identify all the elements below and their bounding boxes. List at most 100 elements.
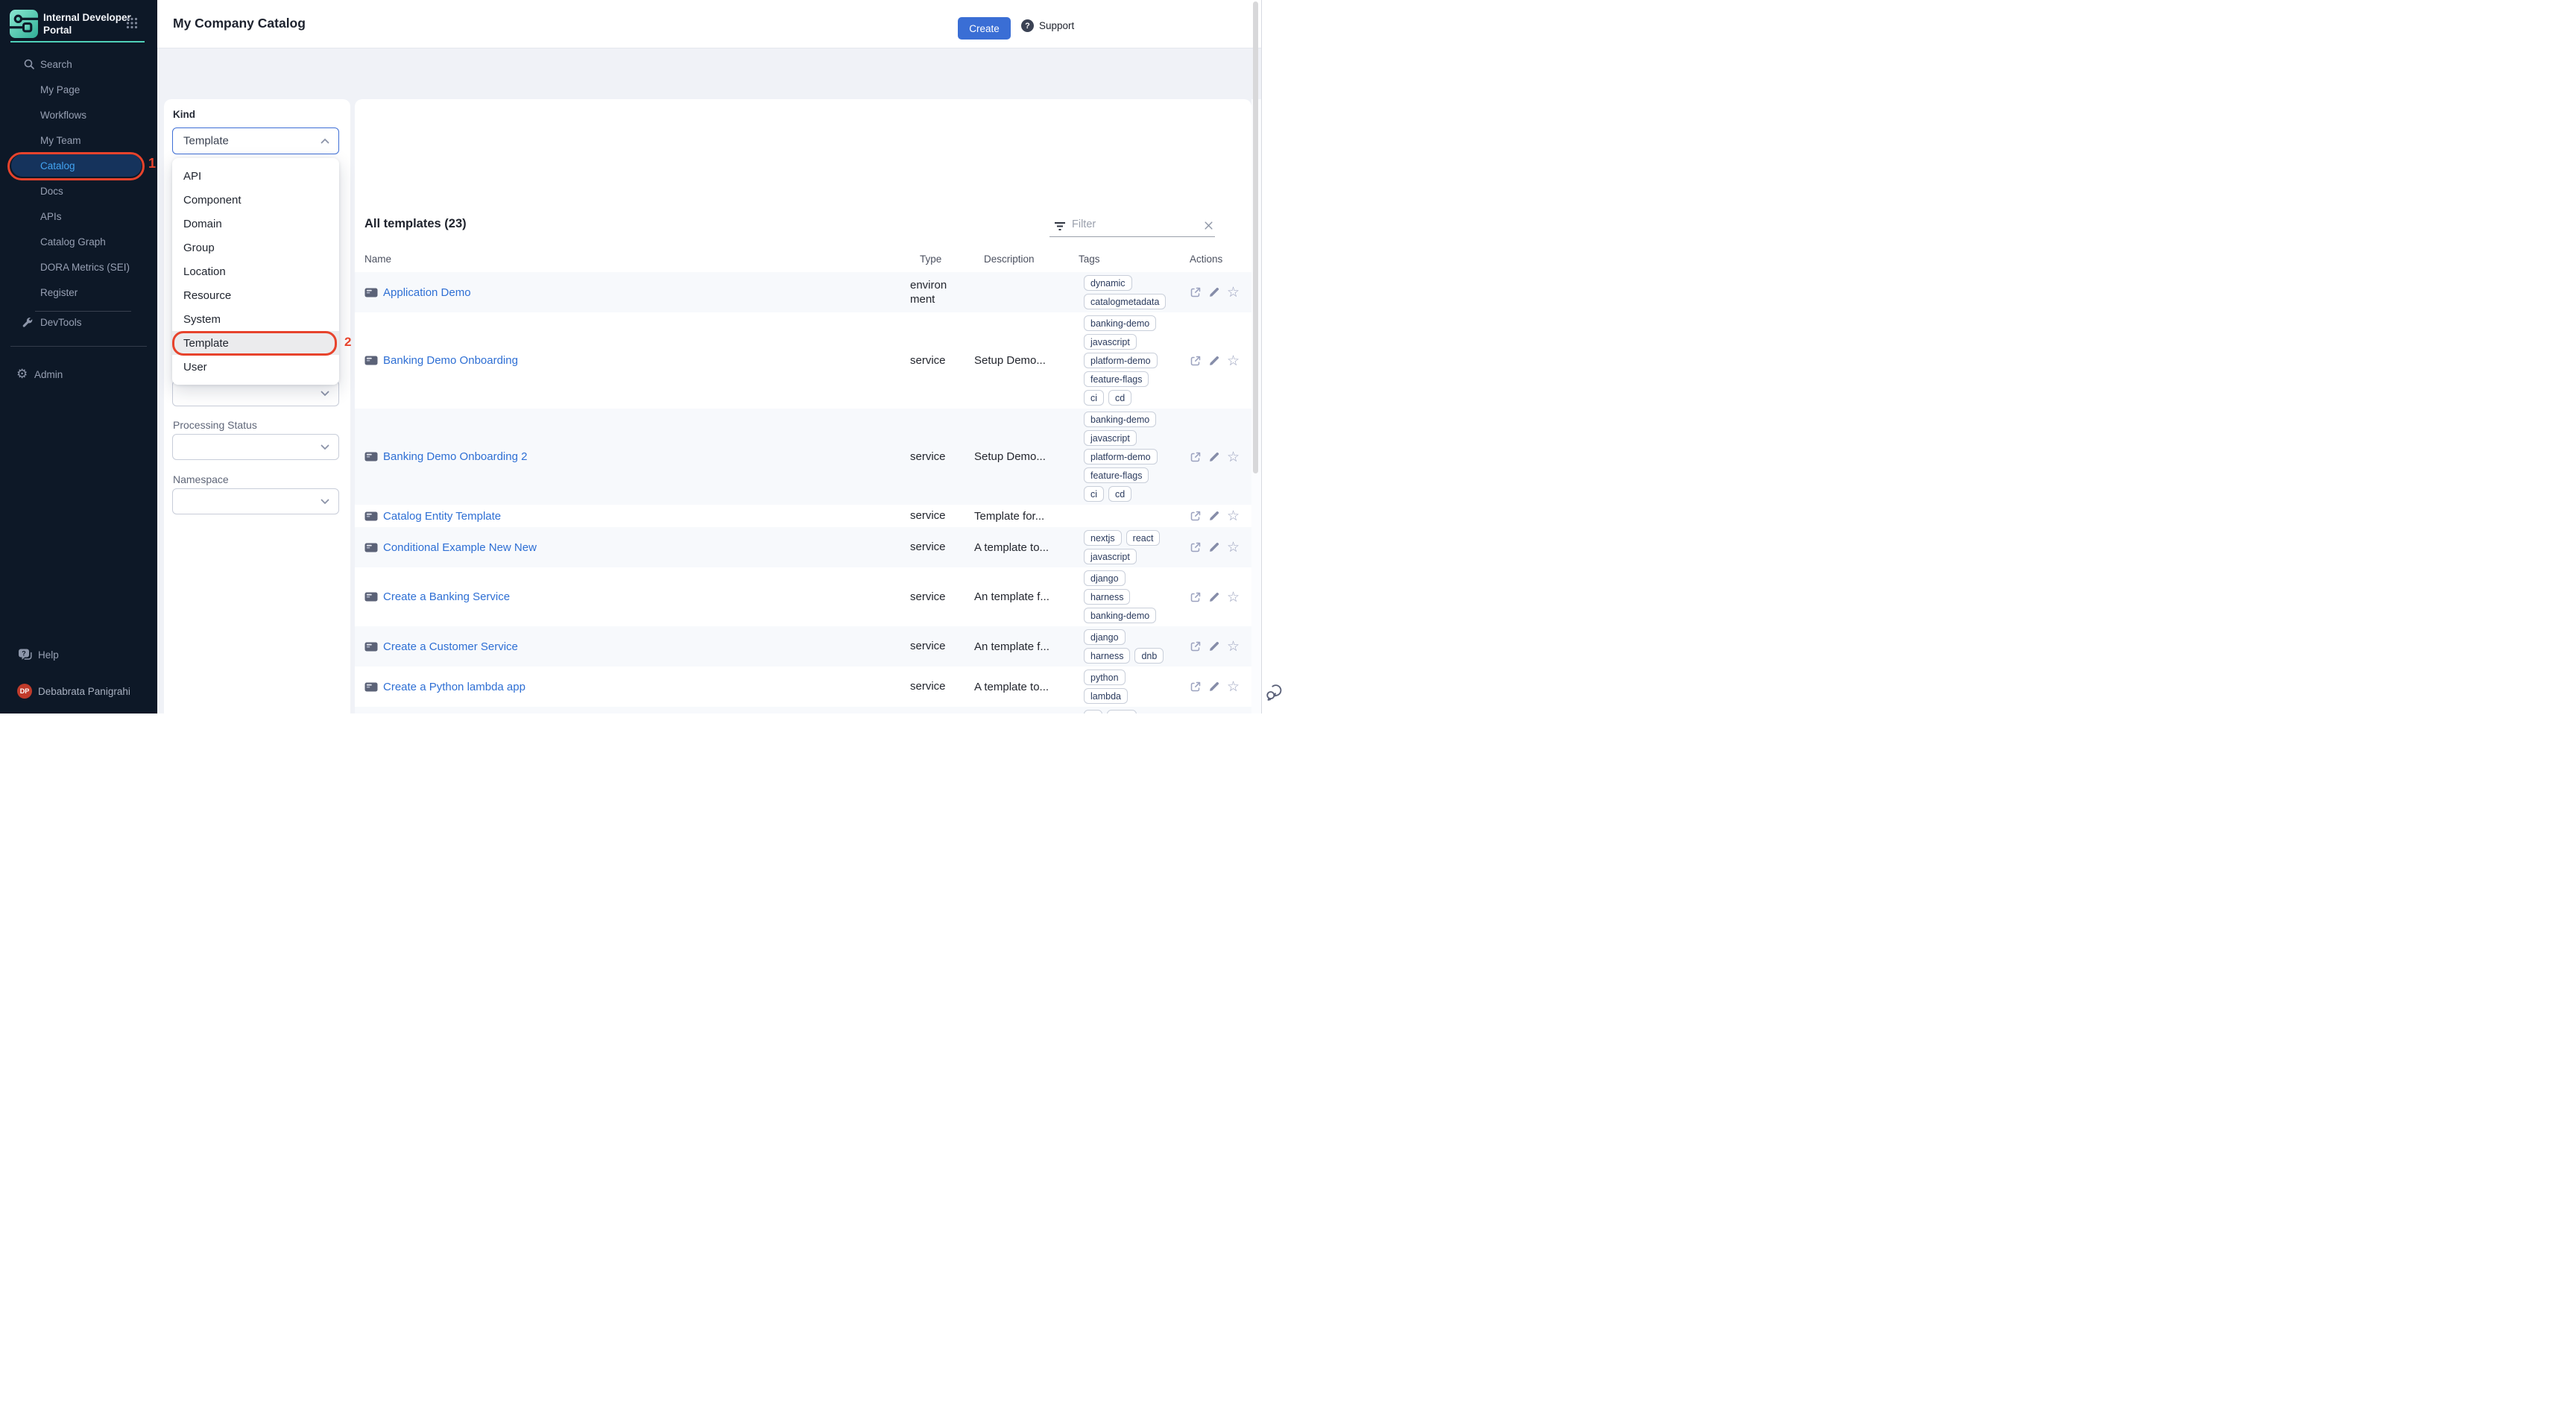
namespace-select[interactable] [172, 488, 339, 514]
table-body: Application Demoenvironmentdynamiccatalo… [355, 272, 1251, 714]
name-cell: Catalog Entity Template [355, 510, 910, 523]
template-card-icon [364, 356, 378, 365]
question-circle-icon: ? [1021, 19, 1034, 32]
kind-option-component[interactable]: Component [172, 188, 339, 212]
open-in-new-icon[interactable] [1190, 640, 1202, 652]
star-icon[interactable]: ☆ [1227, 510, 1240, 522]
tag-chip: harness [1084, 589, 1130, 605]
edit-pencil-icon[interactable] [1208, 510, 1220, 522]
edit-pencil-icon[interactable] [1208, 355, 1220, 367]
tag-chip: dnb [1134, 648, 1164, 664]
type-cell: service [910, 540, 974, 555]
tag-chip: javascript [1084, 334, 1137, 350]
sidebar-item-docs[interactable]: Docs [0, 178, 157, 204]
kind-option-domain[interactable]: Domain [172, 212, 339, 236]
tag-chip: banking-demo [1084, 315, 1156, 331]
entity-link[interactable]: Banking Demo Onboarding 2 [383, 450, 527, 463]
star-icon[interactable]: ☆ [1227, 355, 1240, 367]
star-icon[interactable]: ☆ [1227, 286, 1240, 298]
sidebar-item-my-page[interactable]: My Page [0, 77, 157, 102]
clear-filter-icon[interactable] [1204, 221, 1213, 230]
right-rail [1261, 0, 1288, 714]
table-row: Banking Demo OnboardingserviceSetup Demo… [355, 312, 1251, 409]
table-filter-input[interactable] [1070, 218, 1193, 231]
kind-option-system[interactable]: System [172, 307, 339, 331]
entity-link[interactable]: Catalog Entity Template [383, 510, 501, 523]
sidebar-item-workflows[interactable]: Workflows [0, 102, 157, 127]
sidebar-item-search[interactable]: Search [0, 51, 157, 77]
entity-link[interactable]: Create a Customer Service [383, 640, 518, 653]
open-in-new-icon[interactable] [1190, 591, 1202, 603]
kind-option-group[interactable]: Group [172, 236, 339, 259]
app-grid-icon[interactable] [126, 17, 138, 29]
kind-option-user[interactable]: User [172, 355, 339, 379]
edit-pencil-icon[interactable] [1208, 591, 1220, 603]
actions-cell: ☆ [1190, 541, 1251, 553]
template-card-icon [364, 511, 378, 521]
sidebar-item-dora-metrics-sei-[interactable]: DORA Metrics (SEI) [0, 254, 157, 280]
edit-pencil-icon[interactable] [1208, 640, 1220, 652]
entity-link[interactable]: Application Demo [383, 286, 471, 299]
annotation-number-2: 2 [344, 335, 351, 350]
scrollbar-thumb[interactable] [1253, 1, 1258, 473]
tags-cell: nextjsreactjavascript [1069, 530, 1190, 564]
tag-chip: cd [1108, 390, 1131, 406]
open-in-new-icon[interactable] [1190, 286, 1202, 298]
sidebar-item-admin[interactable]: ⚙ Admin [0, 362, 192, 387]
open-in-new-icon[interactable] [1190, 355, 1202, 367]
sidebar-item-catalog-graph[interactable]: Catalog Graph [0, 229, 157, 254]
sidebar-item-apis[interactable]: APIs [0, 204, 157, 229]
star-icon[interactable]: ☆ [1227, 541, 1240, 553]
catalog-table-panel: All templates (23) NameTypeDescriptionTa… [355, 99, 1251, 714]
user-name: Debabrata Panigrahi [38, 686, 130, 697]
actions-cell: ☆ [1190, 451, 1251, 463]
star-icon[interactable]: ☆ [1227, 640, 1240, 652]
sidebar-item-label: My Page [40, 84, 80, 95]
edit-pencil-icon[interactable] [1208, 451, 1220, 463]
create-button[interactable]: Create [958, 17, 1011, 40]
column-header-name: Name [364, 253, 391, 265]
template-card-icon [364, 288, 378, 297]
kind-option-resource[interactable]: Resource [172, 283, 339, 307]
tag-chip: harness [1084, 648, 1130, 664]
open-in-new-icon[interactable] [1190, 451, 1202, 463]
support-button[interactable]: ? Support [1021, 19, 1074, 32]
open-in-new-icon[interactable] [1190, 541, 1202, 553]
actions-cell: ☆ [1190, 640, 1251, 652]
tags-cell: tfawsgcpazure [1069, 710, 1190, 714]
entity-link[interactable]: Banking Demo Onboarding [383, 354, 518, 367]
sidebar-item-label: Register [40, 287, 78, 298]
entity-link[interactable]: Create a Banking Service [383, 590, 510, 603]
wrench-icon [22, 316, 34, 328]
kind-select-value: Template [183, 135, 229, 148]
name-cell: Conditional Example New New [355, 541, 910, 554]
sidebar-item-my-team[interactable]: My Team [0, 127, 157, 153]
chat-bubbles-icon[interactable] [1265, 682, 1284, 702]
annotation-ring-2 [172, 331, 337, 356]
help-chat-icon: ? [18, 648, 33, 661]
star-icon[interactable]: ☆ [1227, 451, 1240, 463]
kind-select[interactable]: Template [172, 127, 339, 154]
description-cell: Setup Demo... [974, 354, 1069, 367]
kind-option-api[interactable]: API [172, 164, 339, 188]
idp-logo-icon [10, 10, 38, 38]
edit-pencil-icon[interactable] [1208, 681, 1220, 693]
tags-cell: banking-demojavascriptplatform-demofeatu… [1069, 412, 1190, 502]
sidebar-item-register[interactable]: Register [0, 280, 157, 305]
star-icon[interactable]: ☆ [1227, 681, 1240, 693]
star-icon[interactable]: ☆ [1227, 591, 1240, 603]
edit-pencil-icon[interactable] [1208, 286, 1220, 298]
entity-link[interactable]: Conditional Example New New [383, 541, 537, 554]
name-cell: Create a Banking Service [355, 590, 910, 603]
actions-cell: ☆ [1190, 286, 1251, 298]
open-in-new-icon[interactable] [1190, 510, 1202, 522]
table-row: Banking Demo Onboarding 2serviceSetup De… [355, 409, 1251, 505]
tag-chip: tf [1084, 710, 1102, 714]
entity-link[interactable]: Create a Python lambda app [383, 681, 525, 693]
processing-status-select[interactable] [172, 434, 339, 460]
tags-cell: djangoharnessbanking-demo [1069, 570, 1190, 623]
type-cell: service [910, 590, 974, 605]
kind-option-location[interactable]: Location [172, 259, 339, 283]
edit-pencil-icon[interactable] [1208, 541, 1220, 553]
open-in-new-icon[interactable] [1190, 681, 1202, 693]
